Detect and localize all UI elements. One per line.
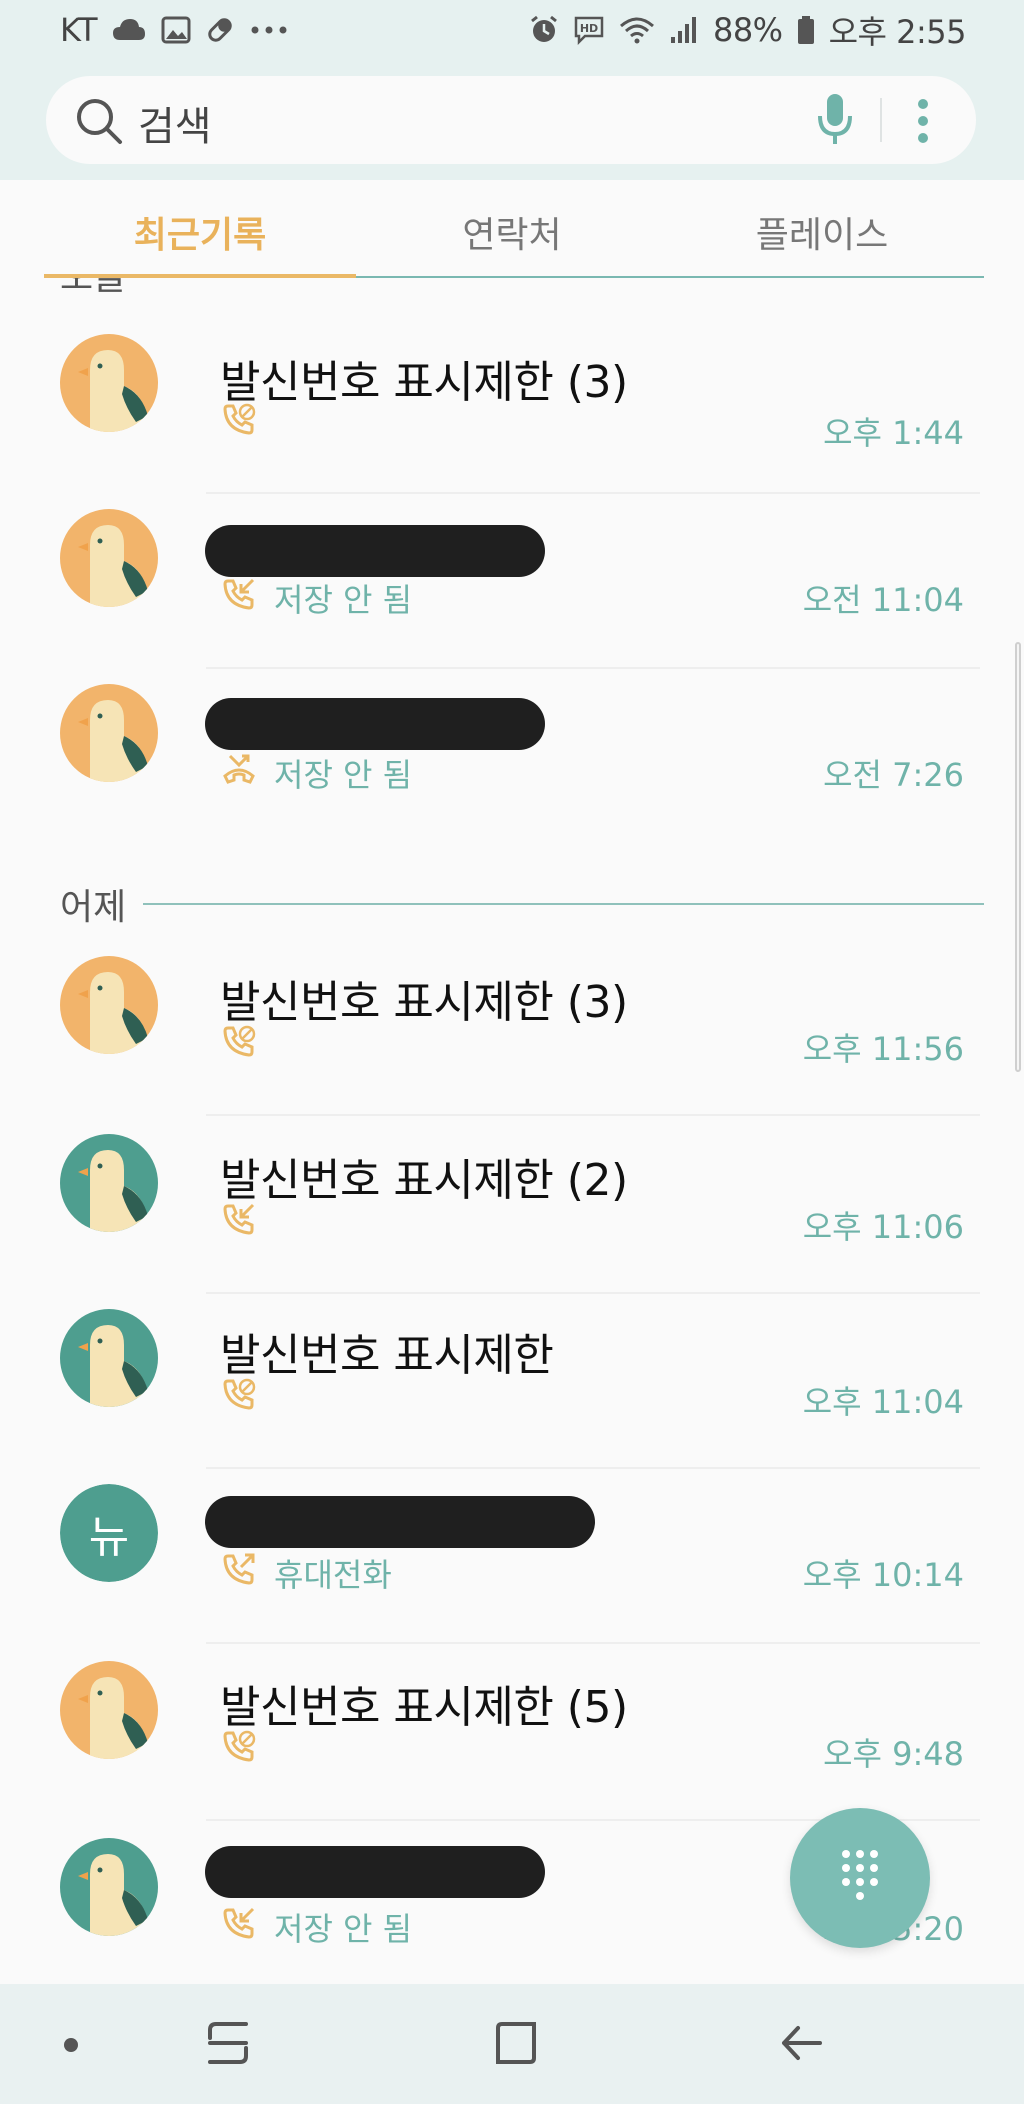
search-area: 검색 <box>0 60 1024 180</box>
call-log-row[interactable]: 뉴 휴대전화 오후 10:14 <box>0 1468 1024 1644</box>
cloud-icon <box>111 16 147 44</box>
search-placeholder: 검색 <box>138 104 212 150</box>
redacted-name <box>205 698 545 750</box>
redacted-name <box>205 1846 545 1898</box>
avatar[interactable]: 뉴 <box>60 1484 158 1582</box>
avatar[interactable] <box>60 956 158 1054</box>
blocked-call-icon <box>222 1729 256 1767</box>
scrollbar[interactable] <box>1015 642 1021 1072</box>
call-time: 오후 11:56 <box>802 1030 964 1068</box>
tab-recents[interactable]: 최근기록 <box>50 206 350 258</box>
caller-name: 발신번호 표시제한 (5) <box>220 1682 628 1733</box>
tab-places[interactable]: 플레이스 <box>672 206 972 258</box>
blocked-call-icon <box>222 402 256 440</box>
row-divider <box>206 1114 980 1116</box>
call-time: 오전 7:26 <box>823 756 964 794</box>
call-log-row[interactable]: 저장 안 됨 오전 11:04 <box>0 493 1024 669</box>
search-icon <box>74 96 124 150</box>
call-subtitle: 저장 안 됨 <box>274 756 413 794</box>
call-time: 오전 11:04 <box>802 581 964 619</box>
call-log-list[interactable]: 오늘 발신번호 표시제한 (3) 오후 1:44 저장 안 됨 오전 11:04 <box>0 278 1024 1984</box>
incoming-call-icon <box>222 577 256 615</box>
call-time: 오후 11:06 <box>802 1208 964 1246</box>
caller-name: 발신번호 표시제한 (2) <box>220 1155 628 1206</box>
battery-icon <box>797 15 815 45</box>
carrier-label: KT <box>60 11 98 49</box>
avatar[interactable] <box>60 684 158 782</box>
navigation-bar <box>0 1984 1024 2104</box>
dialpad-icon <box>838 1846 882 1910</box>
nav-indicator-dot <box>64 2038 78 2052</box>
call-log-row[interactable]: 발신번호 표시제한 (2) 오후 11:06 <box>0 1118 1024 1294</box>
caller-name: 발신번호 표시제한 (3) <box>220 357 628 408</box>
clock: 오후 2:55 <box>828 13 967 51</box>
back-icon[interactable] <box>780 2018 824 2072</box>
incoming-call-icon <box>222 1906 256 1944</box>
section-header-today: 오늘 <box>60 278 126 300</box>
blocked-call-icon <box>222 1024 256 1062</box>
pill-icon <box>205 15 235 45</box>
missed-call-icon <box>222 752 256 790</box>
call-log-row[interactable]: 발신번호 표시제한 (3) 오후 11:56 <box>0 940 1024 1116</box>
dialpad-button[interactable] <box>790 1808 930 1948</box>
call-log-row[interactable]: 발신번호 표시제한 (5) 오후 9:48 <box>0 1645 1024 1821</box>
avatar[interactable] <box>60 1134 158 1232</box>
call-subtitle: 저장 안 됨 <box>274 581 413 619</box>
call-log-row[interactable]: 발신번호 표시제한 (3) 오후 1:44 <box>0 318 1024 494</box>
search-separator <box>880 98 882 142</box>
blocked-call-icon <box>222 1377 256 1415</box>
redacted-name <box>205 525 545 577</box>
caller-name: 발신번호 표시제한 (3) <box>220 977 628 1028</box>
status-bar: KT HD 88% 오후 2:55 <box>0 0 1024 60</box>
svg-text:HD: HD <box>580 22 598 35</box>
status-left: KT <box>60 11 289 49</box>
hd-icon: HD <box>573 15 605 45</box>
section-line <box>143 903 984 905</box>
wifi-icon <box>619 15 655 45</box>
image-icon <box>161 16 191 44</box>
redacted-name <box>205 1496 595 1548</box>
call-subtitle: 휴대전화 <box>274 1556 392 1594</box>
battery-percent: 88% <box>712 11 783 49</box>
mic-icon[interactable] <box>816 92 854 152</box>
call-time: 오후 11:04 <box>802 1383 964 1421</box>
tab-bar: 최근기록 연락처 플레이스 <box>0 180 1024 280</box>
tab-contacts[interactable]: 연락처 <box>362 206 662 258</box>
avatar-letter: 뉴 <box>60 1484 158 1582</box>
call-log-row[interactable]: 발신번호 표시제한 오후 11:04 <box>0 1293 1024 1469</box>
tab-active-indicator <box>44 274 356 278</box>
call-time: 오후 1:44 <box>823 414 964 452</box>
avatar[interactable] <box>60 1309 158 1407</box>
more-options-icon[interactable] <box>916 96 930 150</box>
outgoing-call-icon <box>222 1552 256 1590</box>
call-time: 오후 10:14 <box>802 1556 964 1594</box>
status-right: HD 88% 오후 2:55 <box>529 7 967 53</box>
avatar[interactable] <box>60 509 158 607</box>
row-divider <box>206 1642 980 1644</box>
caller-name: 발신번호 표시제한 <box>220 1330 554 1381</box>
call-subtitle: 저장 안 됨 <box>274 1910 413 1948</box>
home-icon[interactable] <box>494 2018 538 2072</box>
recent-apps-icon[interactable] <box>206 2018 250 2072</box>
avatar[interactable] <box>60 334 158 432</box>
avatar[interactable] <box>60 1838 158 1936</box>
avatar[interactable] <box>60 1661 158 1759</box>
signal-icon <box>669 15 699 45</box>
alarm-icon <box>529 15 559 45</box>
incoming-call-icon <box>222 1202 256 1240</box>
search-input[interactable]: 검색 <box>46 76 976 164</box>
section-header-yesterday: 어제 <box>60 887 127 928</box>
call-log-row[interactable]: 저장 안 됨 오전 7:26 <box>0 668 1024 843</box>
more-dots-icon <box>249 25 289 35</box>
call-time: 오후 9:48 <box>823 1735 964 1773</box>
